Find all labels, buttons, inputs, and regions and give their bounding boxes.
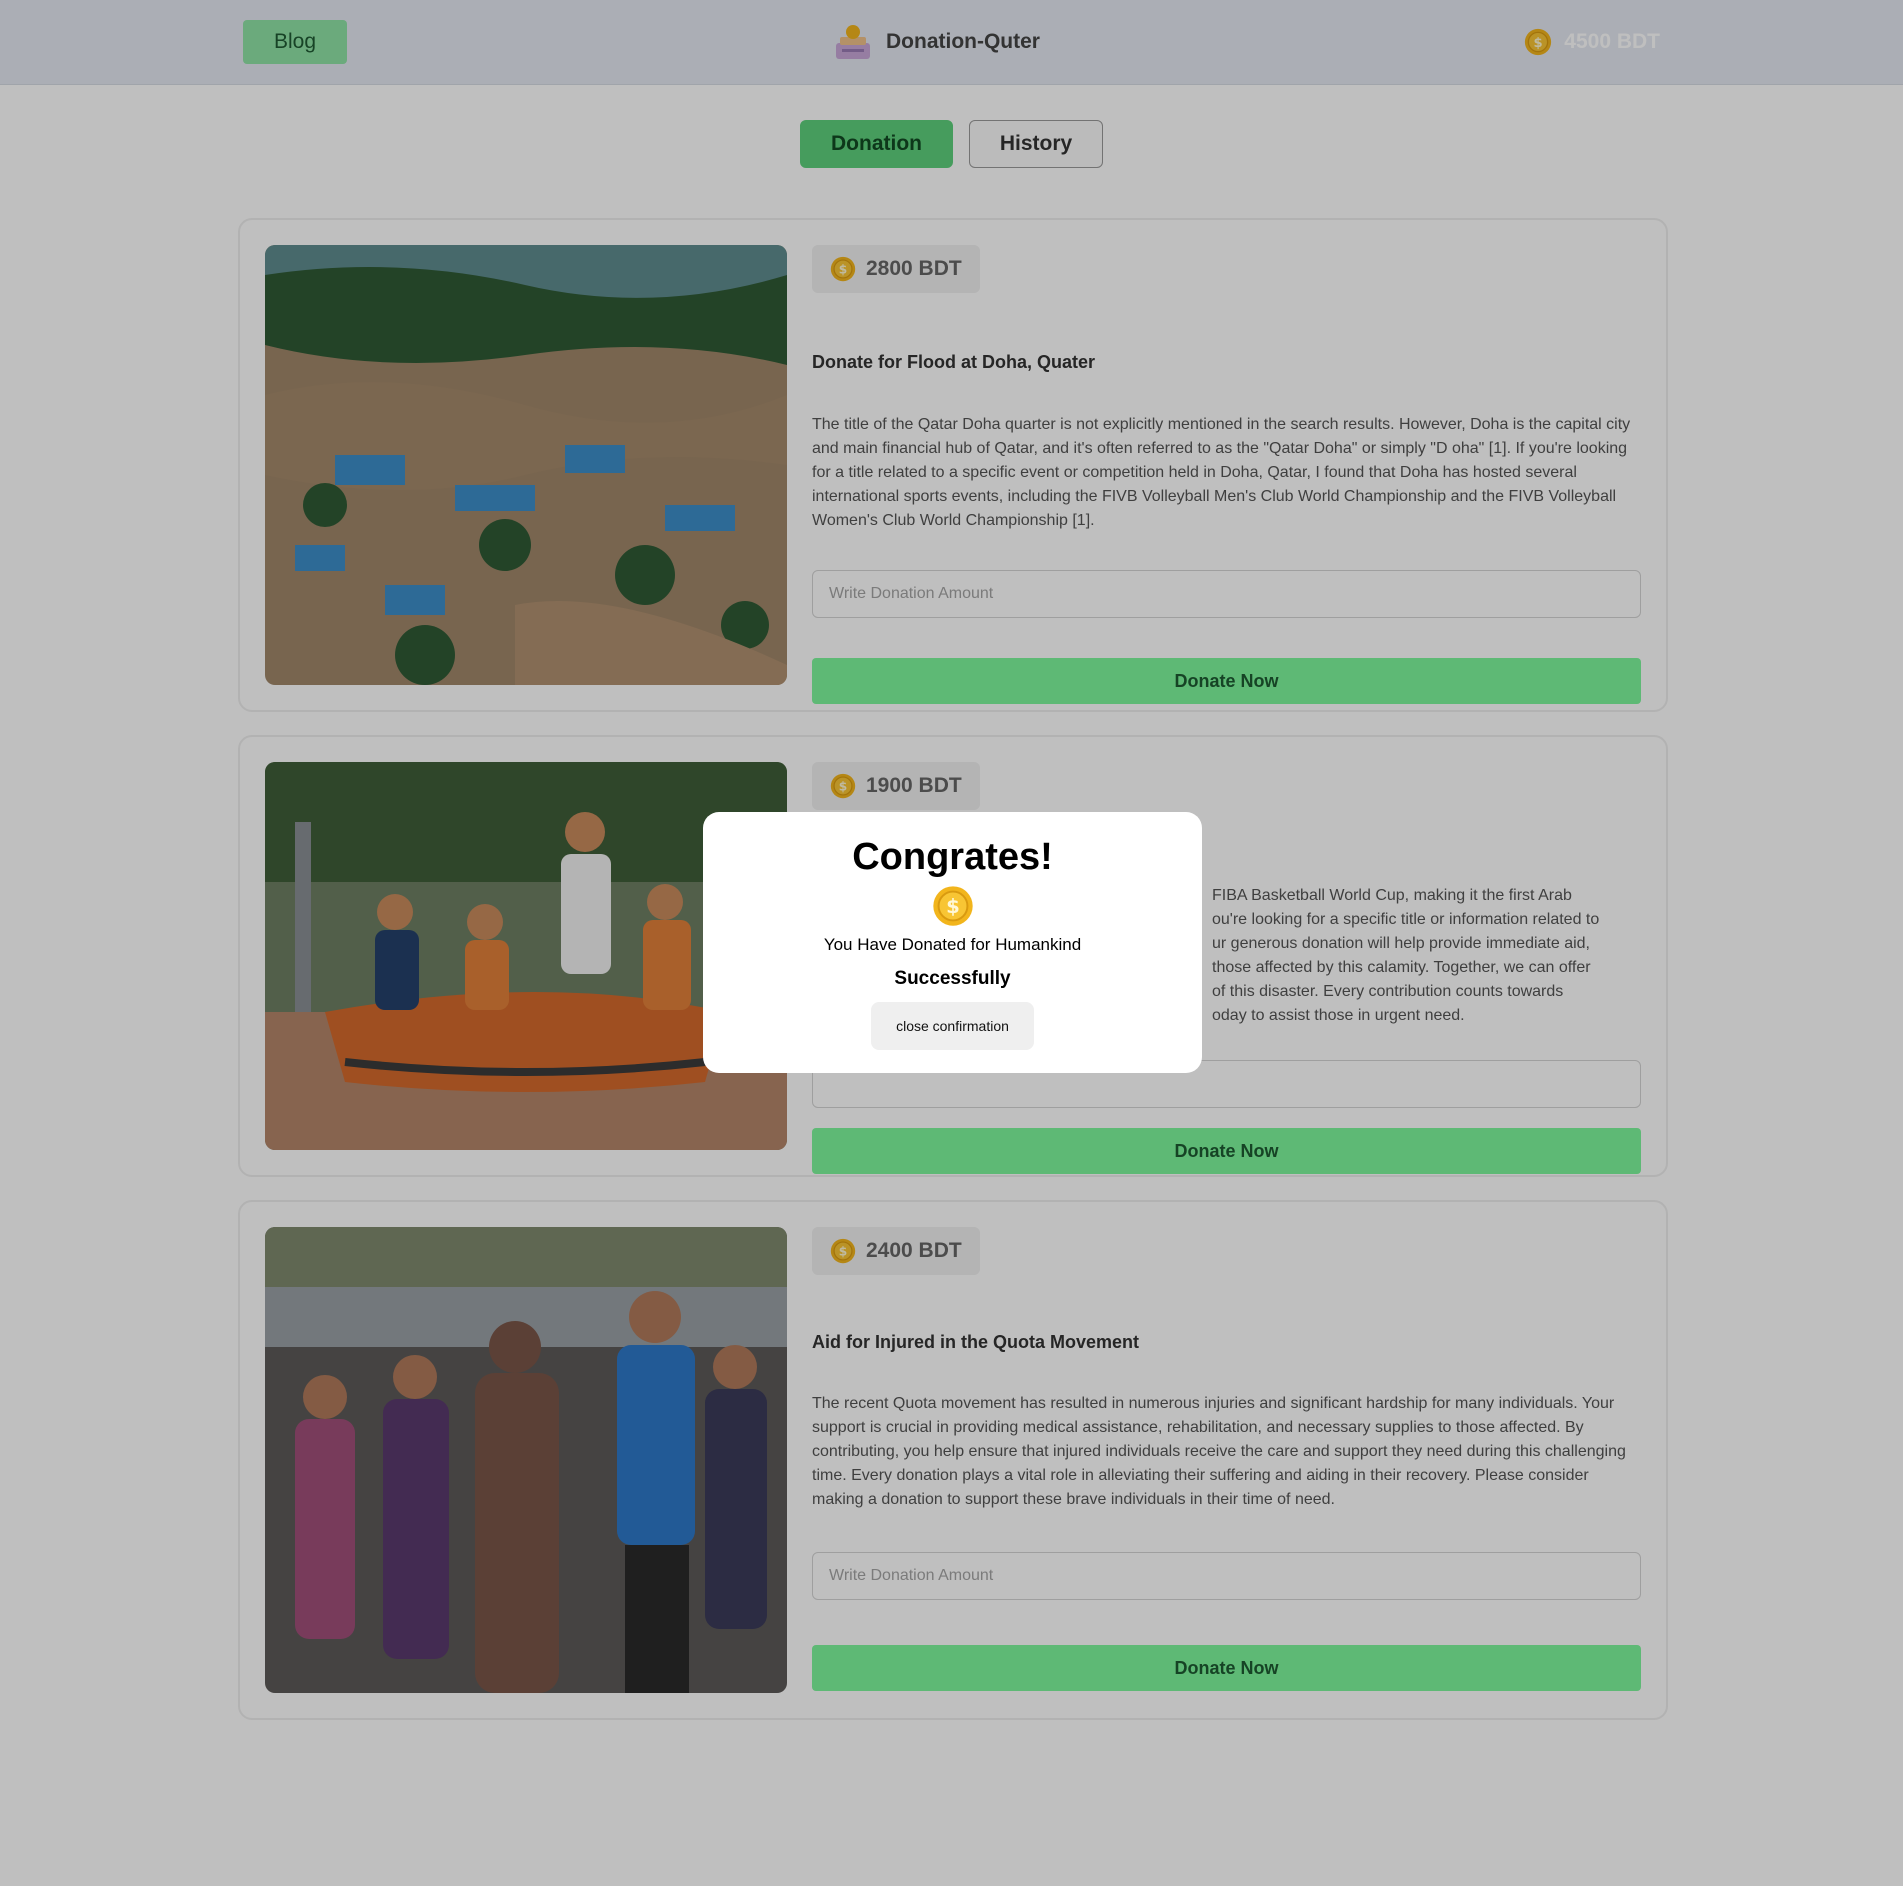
coin-icon [932, 885, 974, 927]
modal-message: You Have Donated for Humankind [823, 935, 1082, 954]
close-confirmation-button[interactable]: close confirmation [871, 1002, 1034, 1050]
modal-status: Successfully [894, 968, 1011, 989]
success-modal: Congrates! You Have Donated for Humankin… [703, 812, 1202, 1073]
modal-title: Congrates! [852, 836, 1053, 878]
